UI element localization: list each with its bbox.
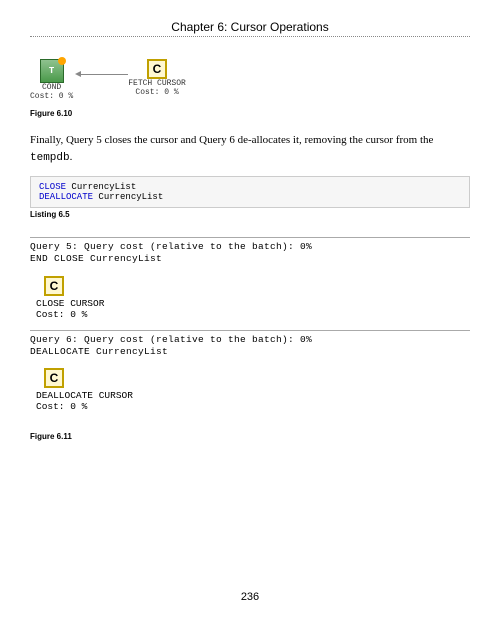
cond-icon bbox=[40, 59, 64, 83]
query-5-block: Query 5: Query cost (relative to the bat… bbox=[30, 237, 470, 330]
plan-node-cost: Cost: 0 % bbox=[135, 88, 178, 97]
figure-6-11-label: Figure 6.11 bbox=[30, 432, 470, 441]
page-number: 236 bbox=[0, 591, 500, 603]
chapter-title: Chapter 6: Cursor Operations bbox=[30, 20, 470, 34]
plan-node-cost: Cost: 0 % bbox=[30, 92, 73, 101]
query-cost-line: Query 5: Query cost (relative to the bat… bbox=[30, 241, 470, 253]
sql-keyword: DEALLOCATE bbox=[39, 192, 93, 202]
arrow-icon bbox=[73, 69, 128, 79]
plan-node-cost: Cost: 0 % bbox=[36, 309, 87, 320]
plan-node-name: COND bbox=[42, 83, 61, 92]
query-sql-line: DEALLOCATE CurrencyList bbox=[30, 346, 470, 358]
cursor-icon: C bbox=[147, 59, 167, 79]
query-sql-line: END CLOSE CurrencyList bbox=[30, 253, 470, 265]
query-6-block: Query 6: Query cost (relative to the bat… bbox=[30, 330, 470, 423]
code-line: CLOSE CurrencyList bbox=[39, 182, 461, 192]
plan-node-fetch-cursor: C FETCH CURSOR Cost: 0 % bbox=[128, 59, 186, 97]
code-line: DEALLOCATE CurrencyList bbox=[39, 192, 461, 202]
query-5-header: Query 5: Query cost (relative to the bat… bbox=[30, 241, 470, 266]
paragraph-text: . bbox=[70, 151, 73, 163]
title-divider bbox=[30, 36, 470, 37]
plan-node-name: FETCH CURSOR bbox=[128, 79, 186, 88]
plan-node-name: CLOSE CURSOR bbox=[36, 298, 104, 309]
plan-node-close-cursor: C CLOSE CURSOR Cost: 0 % bbox=[36, 276, 470, 320]
cursor-icon: C bbox=[44, 368, 64, 388]
plan-node-deallocate-cursor: C DEALLOCATE CURSOR Cost: 0 % bbox=[36, 368, 470, 412]
paragraph-text: Finally, Query 5 closes the cursor and Q… bbox=[30, 134, 433, 146]
sql-keyword: CLOSE bbox=[39, 182, 66, 192]
plan-node-cond: COND Cost: 0 % bbox=[30, 59, 73, 101]
figure-6-10-label: Figure 6.10 bbox=[30, 109, 470, 118]
listing-6-5-label: Listing 6.5 bbox=[30, 210, 470, 219]
plan-node-name: DEALLOCATE CURSOR bbox=[36, 390, 133, 401]
query-cost-line: Query 6: Query cost (relative to the bat… bbox=[30, 334, 470, 346]
code-text: CurrencyList bbox=[93, 192, 163, 202]
query-6-header: Query 6: Query cost (relative to the bat… bbox=[30, 334, 470, 359]
listing-6-5-code: CLOSE CurrencyList DEALLOCATE CurrencyLi… bbox=[30, 176, 470, 208]
cursor-icon: C bbox=[44, 276, 64, 296]
code-text: CurrencyList bbox=[66, 182, 136, 192]
plan-node-cost: Cost: 0 % bbox=[36, 401, 87, 412]
inline-code-tempdb: tempdb bbox=[30, 152, 70, 164]
paragraph-1: Finally, Query 5 closes the cursor and Q… bbox=[30, 132, 470, 166]
figure-6-10-plan: COND Cost: 0 % C FETCH CURSOR Cost: 0 % bbox=[30, 59, 470, 101]
